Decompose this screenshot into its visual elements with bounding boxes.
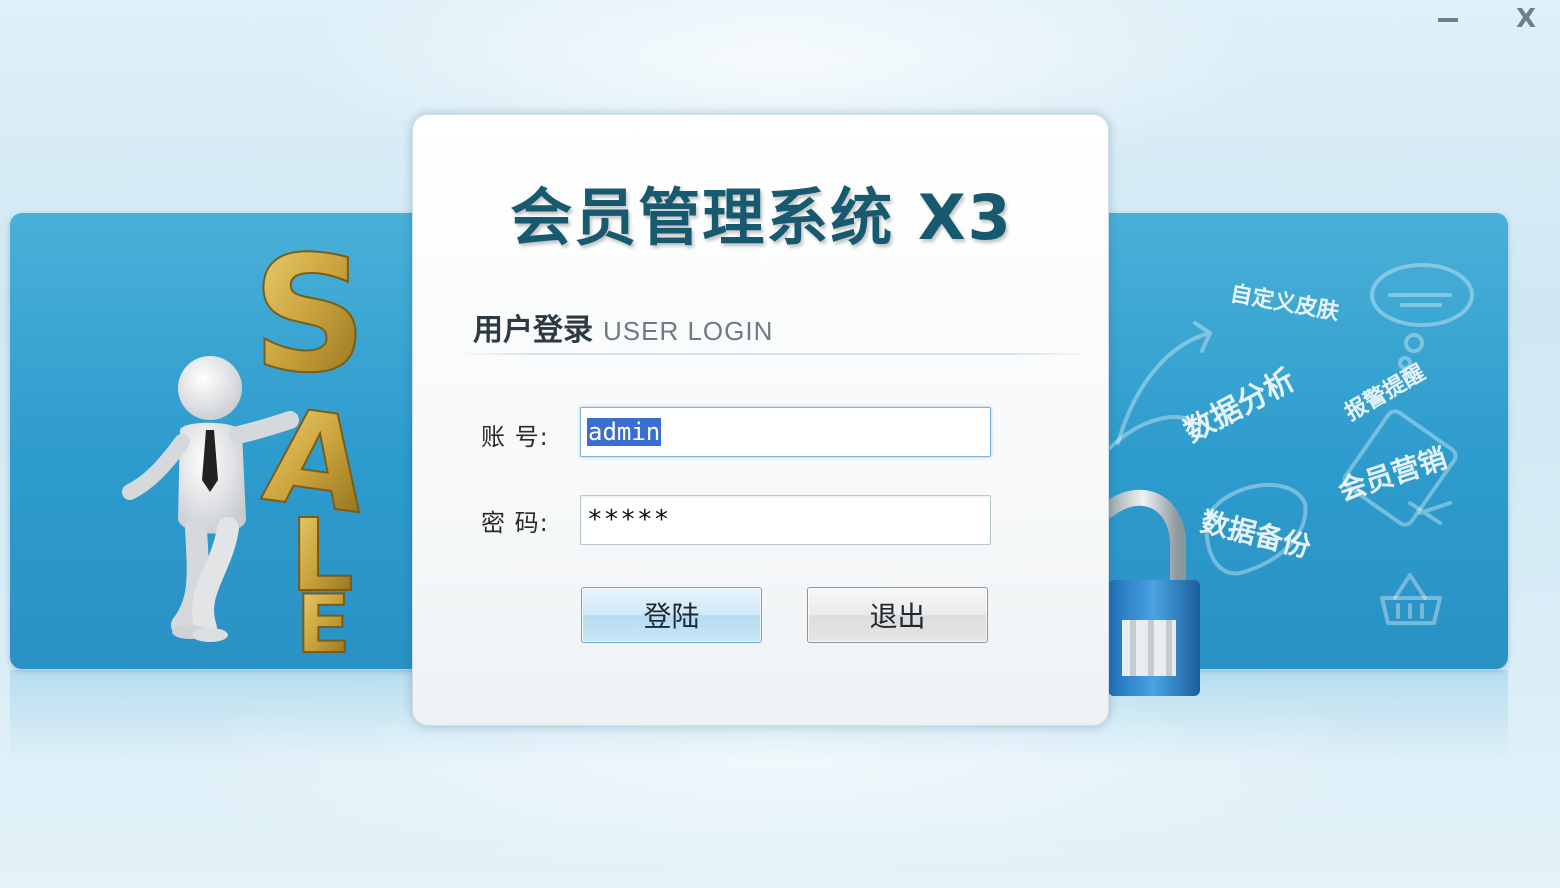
close-icon: X <box>1515 4 1537 34</box>
login-panel: 会员管理系统 X3 用户登录 USER LOGIN 账 号: admin 密 码… <box>412 114 1109 726</box>
minimize-icon <box>1438 18 1458 22</box>
sale-letter-e: E <box>296 578 351 671</box>
account-input[interactable]: admin <box>580 407 991 457</box>
section-title-cn: 用户登录 <box>473 313 593 348</box>
close-button[interactable]: X <box>1506 2 1546 36</box>
section-title-en: USER LOGIN <box>603 316 774 346</box>
login-button[interactable]: 登陆 <box>581 587 762 643</box>
password-input[interactable]: ***** <box>580 495 991 545</box>
app-title: 会员管理系统 X3 <box>510 181 1013 254</box>
login-section-header: 用户登录 USER LOGIN <box>473 305 773 349</box>
window-controls: X <box>1428 2 1546 36</box>
account-value: admin <box>587 418 662 446</box>
exit-button[interactable]: 退出 <box>807 587 988 643</box>
sale-letter-s: S <box>252 221 367 408</box>
password-label: 密 码: <box>481 509 549 537</box>
padlock-icon <box>1100 489 1200 696</box>
account-label: 账 号: <box>481 423 549 451</box>
section-divider <box>453 353 1093 355</box>
sale-figure-illustration: S A L E <box>122 220 378 672</box>
password-value: ***** <box>587 505 671 535</box>
minimize-button[interactable] <box>1428 2 1468 36</box>
